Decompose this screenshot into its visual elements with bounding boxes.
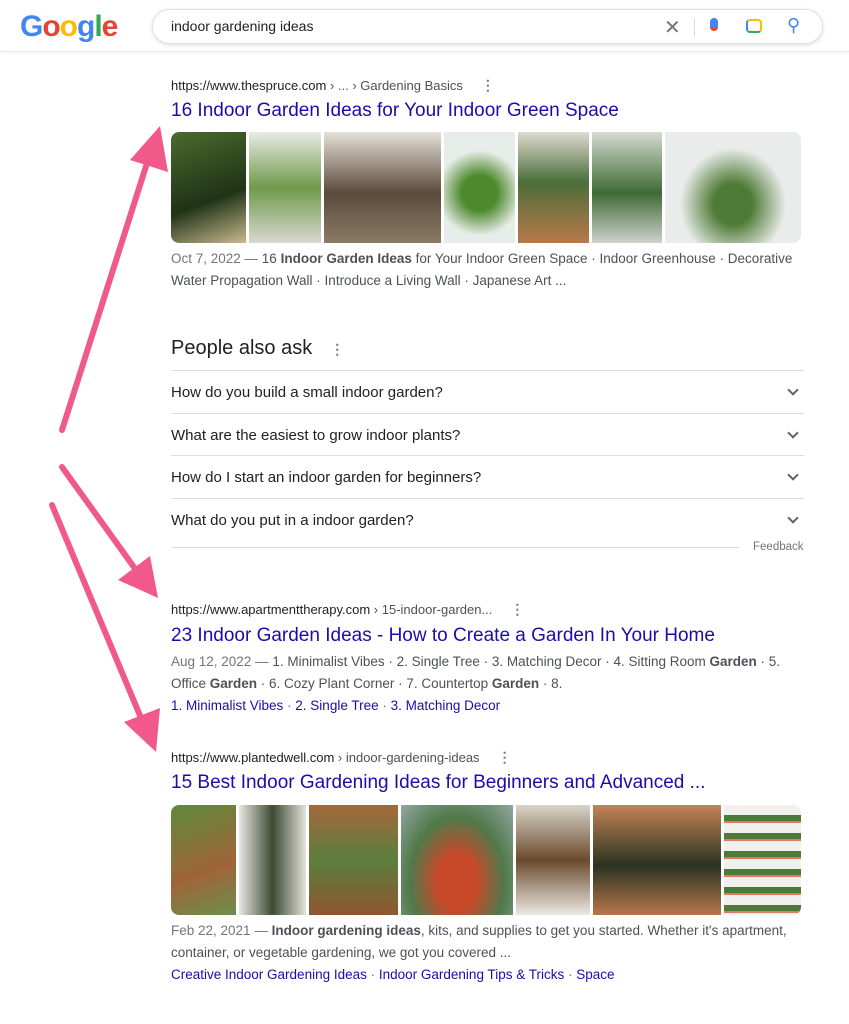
arrow-to-result-3	[49, 502, 144, 721]
arrow-to-result-1	[59, 157, 151, 433]
arrowhead	[130, 126, 168, 172]
arrowhead	[118, 556, 158, 598]
annotation-arrows	[49, 126, 168, 752]
